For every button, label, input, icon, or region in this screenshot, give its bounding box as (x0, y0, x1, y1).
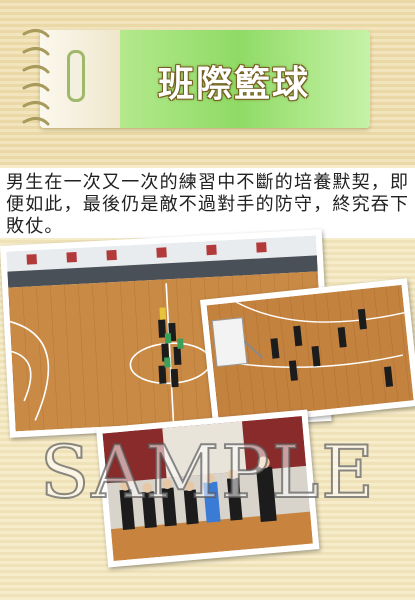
team-huddle-photo (96, 409, 320, 568)
tag-slot (67, 50, 85, 102)
description-text: 男生在一次又一次的練習中不斷的培養默契，即便如此，最後仍是敵不過對手的防守，終究… (6, 172, 410, 237)
game-action-photo (200, 278, 415, 428)
spiral-binding-icon (22, 29, 50, 126)
page: 班際籃球 男生在一次又一次的練習中不斷的培養默契，即便如此，最後仍是敵不過對手的… (0, 0, 415, 600)
page-title: 班際籃球 (158, 64, 311, 105)
